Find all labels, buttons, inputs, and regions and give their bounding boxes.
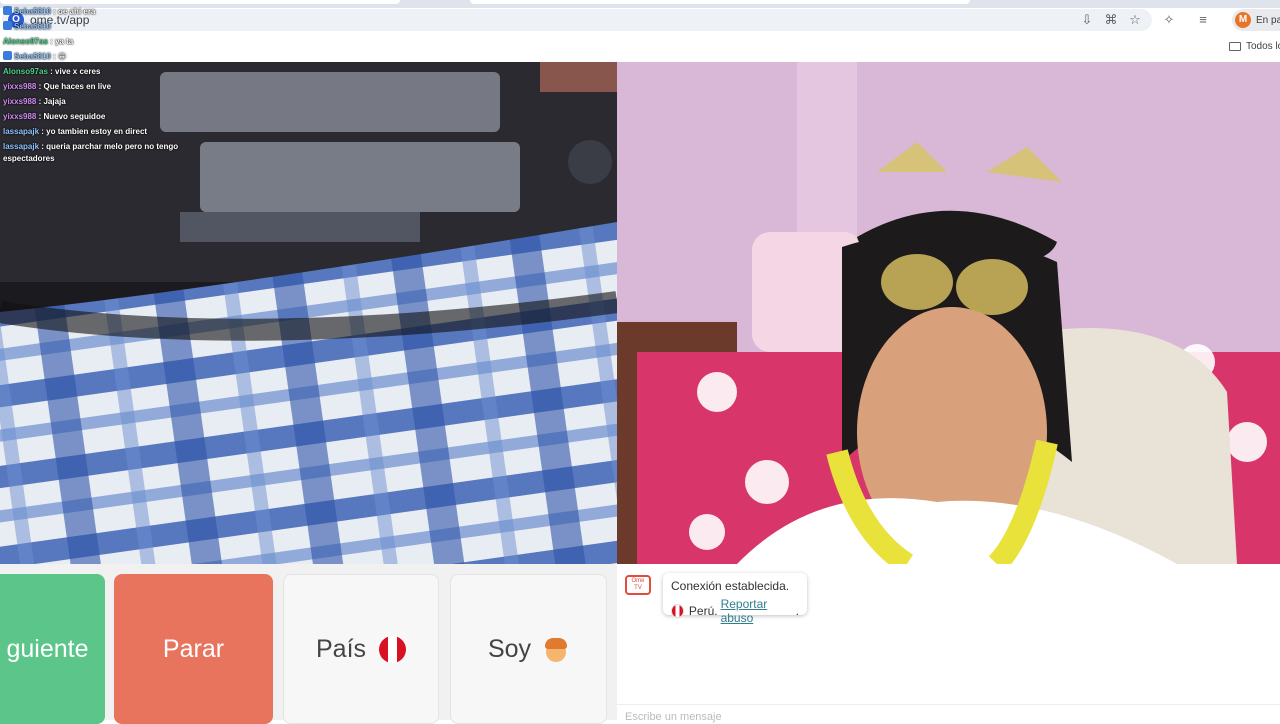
connection-status: Conexión establecida. [671,579,790,593]
all-bookmarks-label: Todos lo [1246,41,1280,52]
stranger-video [617,62,1280,564]
profile-label: En pau [1256,14,1280,26]
chat-user: lassapajk [3,142,40,151]
next-button[interactable]: guiente [0,574,105,724]
chat-text: Nuevo seguidoe [43,112,106,121]
chat-text: Jajaja [43,97,66,106]
chat-text: Que haces en live [43,82,112,91]
chat-user: yixxs988 [3,97,37,106]
chat-line: yixxs988 : Jajaja [3,97,66,106]
chat-text: oe ahi era [58,7,96,16]
stranger-frame [617,62,1280,564]
country-button[interactable]: País [283,574,439,724]
gender-button[interactable]: Soy [450,574,607,724]
chat-line: lassapajk : yo tambien estoy en direct [3,127,148,136]
ome-tv-logo-icon: Ome TV [625,575,651,595]
system-message: Conexión establecida. Perú. Reportar abu… [663,573,807,625]
country-name: Perú. [688,604,718,618]
chat-user: yixxs988 [3,82,37,91]
chat-line: Alonso97as : vive x ceres [3,67,101,76]
all-bookmarks-button[interactable]: Todos lo [1229,41,1280,52]
folder-icon [1229,42,1241,51]
badge-icon [3,21,12,30]
chat-user: Seba5810 [14,22,51,31]
chat-line: Alonso97as : ya ta [3,37,74,46]
gender-button-label: Soy [487,634,532,663]
stop-button-label: Parar [162,634,225,663]
emoji-icon: 😀 [58,52,67,61]
translate-icon[interactable]: ⌘ [1099,11,1123,29]
text-chat-panel: Ome TV Conexión establecida. Perú. Repor… [617,564,1280,723]
chat-line: lassapajk : queria parchar melo pero no … [3,142,179,163]
chat-line: yixxs988 : Que haces en live [3,82,112,91]
chat-user: Alonso97as [3,67,48,76]
next-button-label: guiente [6,634,89,663]
chat-user: Alonso97as [3,37,48,46]
peru-flag-icon [671,604,684,618]
extensions-icon[interactable]: ✧ [1157,11,1181,29]
avatar: M [1235,12,1251,28]
boy-icon [543,636,569,663]
message-input[interactable]: Escribe un mensaje [617,704,1280,724]
bookmark-star-icon[interactable]: ☆ [1123,11,1147,29]
chat-text: vive x ceres [55,67,101,76]
chat-user: yixxs988 [3,112,37,121]
profile-button[interactable]: M En pau [1232,9,1280,31]
stop-button[interactable]: Parar [114,574,273,724]
chat-line: Seba5810 : 😀 [3,49,203,64]
report-abuse-link[interactable]: Reportar abuso [721,597,796,625]
badge-icon [3,6,12,15]
stream-chat-overlay: Seba5810 : oe ahi era Seba5810 Alonso97a… [3,4,203,165]
chat-line: yixxs988 : Nuevo seguidoe [3,112,106,121]
chat-text: ya ta [55,37,74,46]
browser-tab[interactable] [470,0,970,4]
peru-flag-icon [379,635,407,663]
chat-text: yo tambien estoy en direct [46,127,148,136]
toolbar-icons: ⇩ ⌘ ☆ ✧ ≡ [1075,11,1215,29]
media-control-icon[interactable]: ≡ [1191,11,1215,29]
chat-user: Seba5810 [14,52,51,61]
chat-user: lassapajk [3,127,40,136]
chat-user: Seba5810 [14,7,51,16]
chat-line: Seba5810 [3,19,203,34]
install-app-icon[interactable]: ⇩ [1075,11,1099,29]
chat-line: Seba5810 : oe ahi era [3,4,203,19]
badge-icon [3,51,12,60]
country-button-label: País [315,634,367,663]
control-panel: guiente Parar País Soy [0,564,617,724]
